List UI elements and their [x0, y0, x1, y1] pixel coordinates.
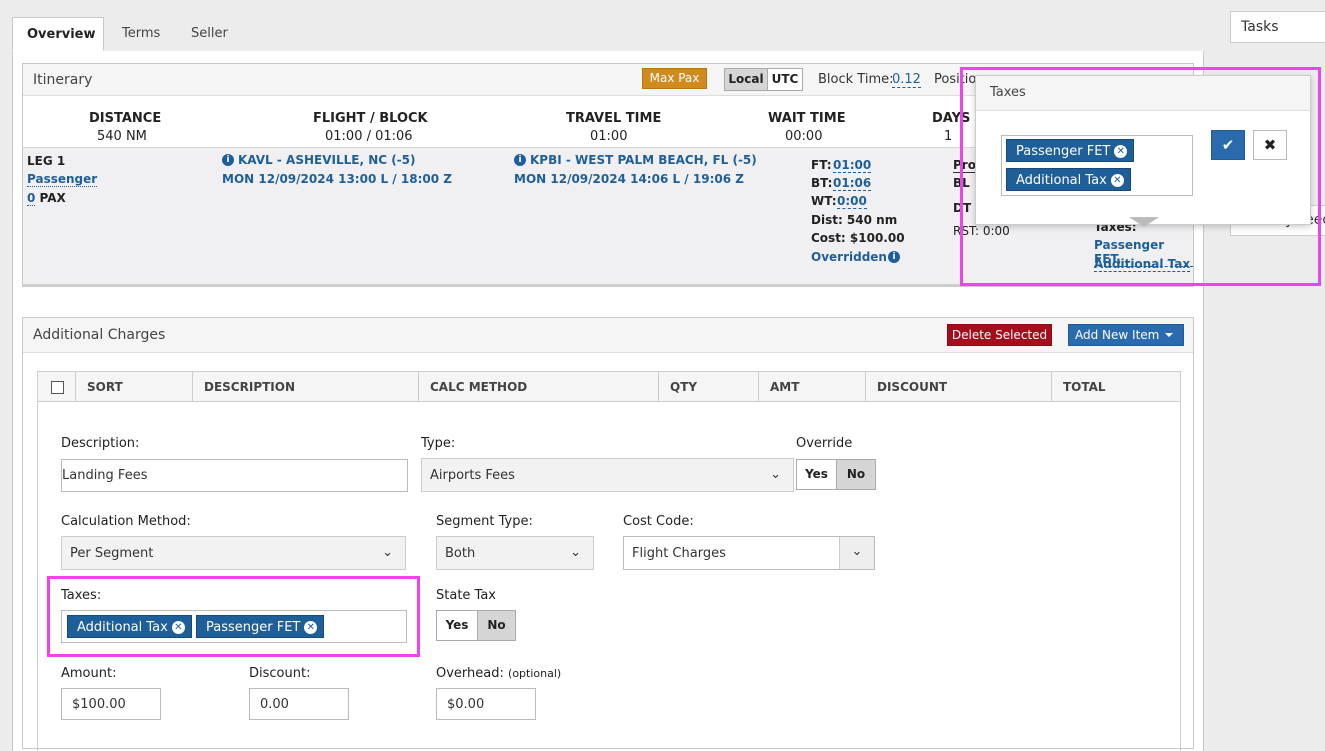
- amount-input[interactable]: [61, 688, 161, 720]
- delete-selected-button[interactable]: Delete Selected: [947, 324, 1052, 346]
- description-label: Description:: [61, 436, 140, 451]
- wait-time-header: WAIT TIME: [768, 111, 846, 126]
- tab-overview[interactable]: Overview: [12, 17, 104, 51]
- type-value: Airports Fees: [430, 468, 515, 483]
- arrival-time: MON 12/09/2024 14:06 L / 19:06 Z: [514, 172, 744, 186]
- overhead-input[interactable]: [436, 688, 536, 720]
- calc-method-value: Per Segment: [70, 546, 154, 561]
- additional-charges-header: Additional Charges Delete Selected Add N…: [23, 318, 1193, 353]
- flight-block-header: FLIGHT / BLOCK: [313, 111, 428, 126]
- max-pax-button[interactable]: Max Pax: [642, 68, 707, 89]
- wt-value[interactable]: 0:00: [837, 194, 867, 209]
- ft-value[interactable]: 01:00: [833, 158, 872, 173]
- itinerary-title: Itinerary: [33, 72, 93, 88]
- caret-down-icon: [1165, 333, 1173, 337]
- utc-time-toggle[interactable]: UTC: [767, 68, 803, 91]
- overhead-optional-note: (optional): [508, 667, 562, 680]
- select-all-cell: [38, 372, 76, 402]
- info-icon[interactable]: i: [888, 251, 900, 263]
- leg-title: LEG 1: [27, 154, 66, 168]
- leg-pax: 0 PAX: [27, 191, 66, 206]
- state-tax-no-button[interactable]: No: [477, 610, 516, 641]
- cost-code-value: Flight Charges: [632, 546, 726, 561]
- highlight-box: [960, 67, 1321, 286]
- col-calc-method[interactable]: CALC METHOD: [419, 372, 659, 402]
- additional-charges-panel: Additional Charges Delete Selected Add N…: [22, 317, 1194, 751]
- local-time-toggle[interactable]: Local: [724, 68, 768, 91]
- calc-method-select[interactable]: Per Segment ⌄: [61, 536, 406, 570]
- wait-time-value: 00:00: [785, 129, 823, 144]
- bt-value[interactable]: 01:06: [833, 176, 872, 191]
- travel-time-value: 01:00: [590, 129, 628, 144]
- chevron-down-icon: ⌄: [382, 545, 393, 560]
- col-description[interactable]: DESCRIPTION: [193, 372, 419, 402]
- info-icon[interactable]: i: [222, 154, 234, 166]
- charges-table-header: SORT DESCRIPTION CALC METHOD QTY AMT DIS…: [37, 371, 1181, 402]
- type-select[interactable]: Airports Fees ⌄: [421, 458, 794, 492]
- segment-type-label: Segment Type:: [436, 514, 533, 529]
- tab-seller-notes[interactable]: Seller Notes: [177, 17, 277, 75]
- override-label: Override: [796, 436, 853, 451]
- pax-count-link[interactable]: 0: [27, 191, 36, 206]
- type-label: Type:: [421, 436, 456, 451]
- travel-time-header: TRAVEL TIME: [566, 111, 662, 126]
- col-amt[interactable]: AMT: [759, 372, 866, 402]
- leg-type-link[interactable]: Passenger: [27, 172, 98, 187]
- col-qty[interactable]: QTY: [659, 372, 759, 402]
- tab-terms[interactable]: Terms: [108, 17, 174, 51]
- distance-header: DISTANCE: [89, 111, 162, 126]
- chevron-down-icon: ⌄: [770, 467, 781, 482]
- block-time-value[interactable]: 0.12: [892, 72, 921, 88]
- cost-code-select[interactable]: Flight Charges ⌄: [623, 536, 875, 570]
- description-input[interactable]: [61, 459, 408, 492]
- ft-label: FT:: [811, 158, 832, 172]
- leg-distance: Dist: 540 nm: [811, 213, 898, 227]
- leg-cost: Cost: $100.00: [811, 231, 905, 245]
- chevron-down-icon: ⌄: [851, 544, 863, 559]
- amount-label: Amount:: [61, 666, 117, 681]
- tasks-label: Tasks: [1241, 19, 1279, 35]
- add-new-item-label: Add New Item: [1075, 328, 1160, 342]
- highlight-box: [47, 576, 420, 657]
- days-value: 1: [944, 129, 953, 144]
- flight-block-value: 01:00 / 01:06: [325, 129, 413, 144]
- discount-input[interactable]: [249, 688, 349, 720]
- overhead-label-text: Overhead:: [436, 666, 504, 681]
- override-yes-button[interactable]: Yes: [796, 459, 837, 490]
- arrival-airport[interactable]: KPBI - WEST PALM BEACH, FL (-5): [530, 153, 757, 167]
- override-no-button[interactable]: No: [836, 459, 876, 490]
- cost-code-dropdown-toggle[interactable]: ⌄: [839, 537, 874, 569]
- cost-code-label: Cost Code:: [623, 514, 694, 529]
- tab-bar: Overview Terms Seller Notes: [12, 17, 1202, 75]
- calc-method-label: Calculation Method:: [61, 514, 191, 529]
- state-tax-label: State Tax: [436, 588, 496, 603]
- distance-value: 540 NM: [97, 129, 147, 144]
- col-total[interactable]: TOTAL: [1052, 372, 1180, 402]
- segment-type-select[interactable]: Both ⌄: [436, 536, 594, 570]
- chevron-down-icon: ⌄: [570, 545, 581, 560]
- discount-label: Discount:: [249, 666, 311, 681]
- departure-time: MON 12/09/2024 13:00 L / 18:00 Z: [222, 172, 452, 186]
- col-sort[interactable]: SORT: [76, 372, 193, 402]
- additional-charges-title: Additional Charges: [33, 327, 166, 343]
- col-discount[interactable]: DISCOUNT: [866, 372, 1052, 402]
- overhead-label: Overhead: (optional): [436, 666, 561, 681]
- bt-label: BT:: [811, 176, 833, 190]
- wt-label: WT:: [811, 194, 837, 208]
- add-new-item-button[interactable]: Add New Item: [1068, 324, 1184, 346]
- overridden-link[interactable]: Overridden: [811, 250, 887, 264]
- segment-type-value: Both: [445, 546, 476, 561]
- tasks-panel[interactable]: Tasks: [1230, 11, 1325, 43]
- select-all-checkbox[interactable]: [51, 381, 64, 394]
- pax-label: PAX: [39, 191, 66, 205]
- block-time-label: Block Time:: [818, 72, 894, 87]
- departure-airport[interactable]: KAVL - ASHEVILLE, NC (-5): [238, 153, 416, 167]
- info-icon[interactable]: i: [514, 154, 526, 166]
- state-tax-yes-button[interactable]: Yes: [436, 610, 478, 641]
